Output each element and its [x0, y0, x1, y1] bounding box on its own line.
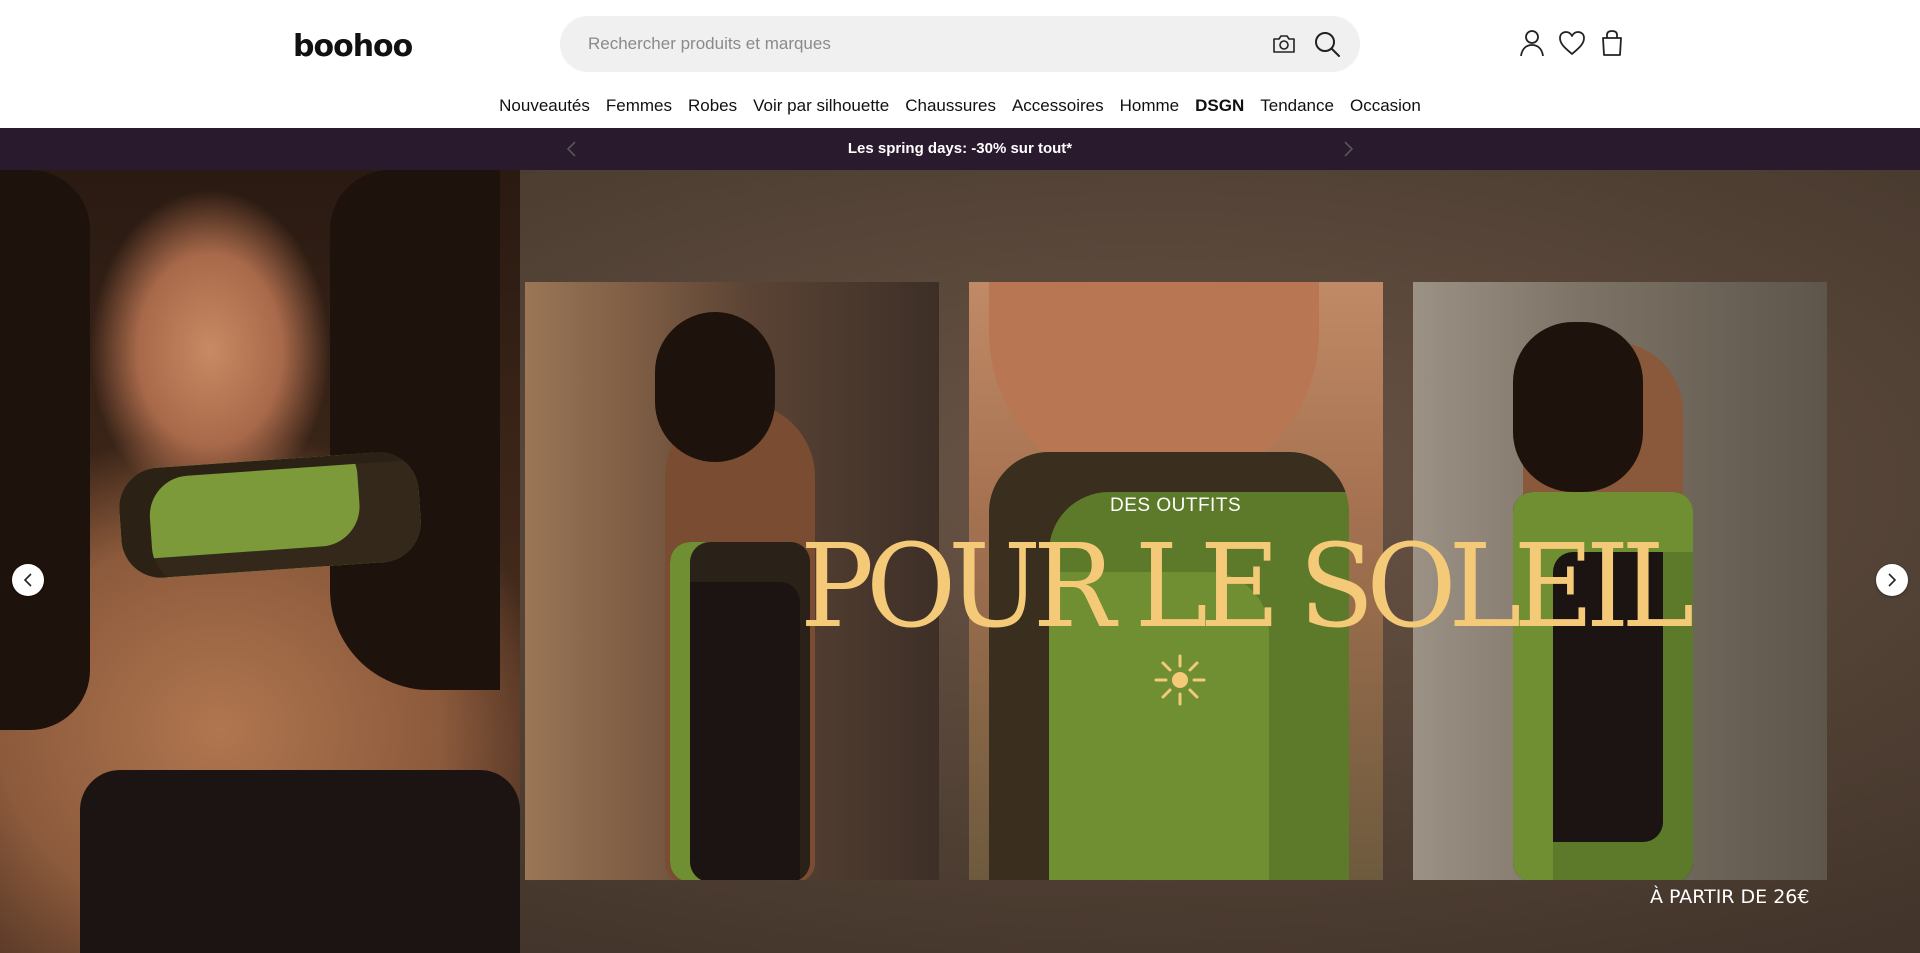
- site-header: boohoo Nouveautés Femmes Robes Voir par …: [0, 0, 1920, 128]
- nav-item-silhouette[interactable]: Voir par silhouette: [753, 94, 889, 122]
- search-input[interactable]: [588, 16, 1268, 72]
- nav-item-occasion[interactable]: Occasion: [1350, 94, 1421, 122]
- chevron-right-icon: [1888, 573, 1897, 587]
- hero-banner[interactable]: DES OUTFITS POUR LE SOLEIL À PARTIR DE 2…: [0, 170, 1920, 953]
- search-bar: [560, 16, 1360, 72]
- promo-next-icon[interactable]: [1338, 139, 1358, 159]
- boohoo-logo[interactable]: boohoo: [293, 29, 413, 64]
- camera-icon[interactable]: [1271, 32, 1297, 56]
- main-navigation: Nouveautés Femmes Robes Voir par silhoue…: [0, 94, 1920, 122]
- promo-text[interactable]: Les spring days: -30% sur tout*: [0, 140, 1920, 157]
- account-icon[interactable]: [1517, 28, 1547, 58]
- carousel-next-button[interactable]: [1876, 564, 1908, 596]
- search-icon[interactable]: [1312, 29, 1342, 59]
- chevron-left-icon: [23, 573, 32, 587]
- nav-item-homme[interactable]: Homme: [1120, 94, 1180, 122]
- carousel-prev-button[interactable]: [12, 564, 44, 596]
- hero-subtitle: DES OUTFITS: [1110, 495, 1242, 516]
- heart-icon[interactable]: [1557, 28, 1587, 58]
- hero-title: POUR LE SOLEIL: [800, 518, 1694, 654]
- nav-item-robes[interactable]: Robes: [688, 94, 737, 122]
- nav-item-nouveautes[interactable]: Nouveautés: [499, 94, 590, 122]
- hero-price: À PARTIR DE 26€: [1650, 886, 1810, 908]
- nav-item-accessoires[interactable]: Accessoires: [1012, 94, 1104, 122]
- bag-icon[interactable]: [1597, 28, 1627, 58]
- promo-banner: Les spring days: -30% sur tout*: [0, 128, 1920, 170]
- nav-item-chaussures[interactable]: Chaussures: [905, 94, 996, 122]
- nav-item-tendance[interactable]: Tendance: [1260, 94, 1334, 122]
- hero-model-portrait: [0, 170, 520, 953]
- sun-icon: [1154, 654, 1206, 706]
- nav-item-femmes[interactable]: Femmes: [606, 94, 672, 122]
- nav-item-dsgn[interactable]: DSGN: [1195, 94, 1244, 122]
